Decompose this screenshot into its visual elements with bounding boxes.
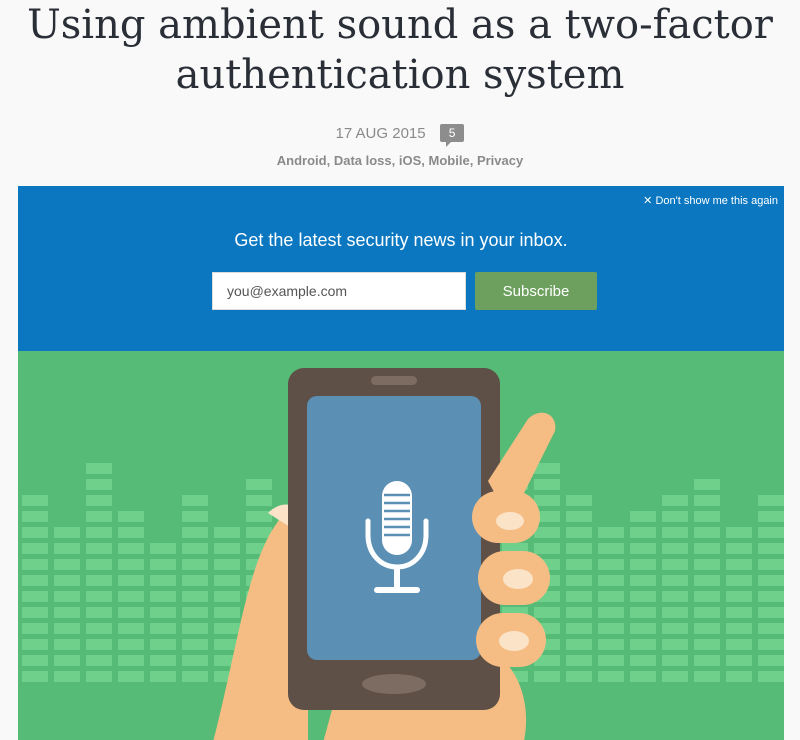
newsletter-heading: Get the latest security news in your inb…: [234, 230, 568, 250]
title-line-1: Using ambient sound as a two-factor: [27, 2, 773, 48]
article-meta: 17 AUG 2015 5: [0, 124, 800, 148]
tag-link[interactable]: Android: [277, 153, 327, 168]
article-title: Using ambient sound as a two-factor auth…: [0, 0, 800, 100]
comment-count-badge[interactable]: 5: [439, 124, 465, 148]
email-field[interactable]: [212, 272, 466, 310]
tag-link[interactable]: iOS: [399, 153, 421, 168]
tag-list: Android, Data loss, iOS, Mobile, Privacy: [276, 153, 524, 168]
title-line-2: authentication system: [175, 52, 625, 98]
tag-link[interactable]: Privacy: [477, 153, 523, 168]
dismiss-banner-link[interactable]: ✕ Don't show me this again: [643, 194, 778, 207]
featured-hero: ✕ Don't show me this again Get the lates…: [18, 186, 784, 740]
feature-illustration: [18, 351, 784, 740]
subscribe-button[interactable]: Subscribe: [475, 272, 597, 310]
tag-link[interactable]: Mobile: [429, 153, 470, 168]
publish-date: 17 AUG 2015: [335, 124, 426, 142]
tag-link[interactable]: Data loss: [334, 153, 392, 168]
hand-phone-illustration: [22, 368, 784, 740]
newsletter-banner: ✕ Don't show me this again Get the lates…: [18, 186, 784, 351]
